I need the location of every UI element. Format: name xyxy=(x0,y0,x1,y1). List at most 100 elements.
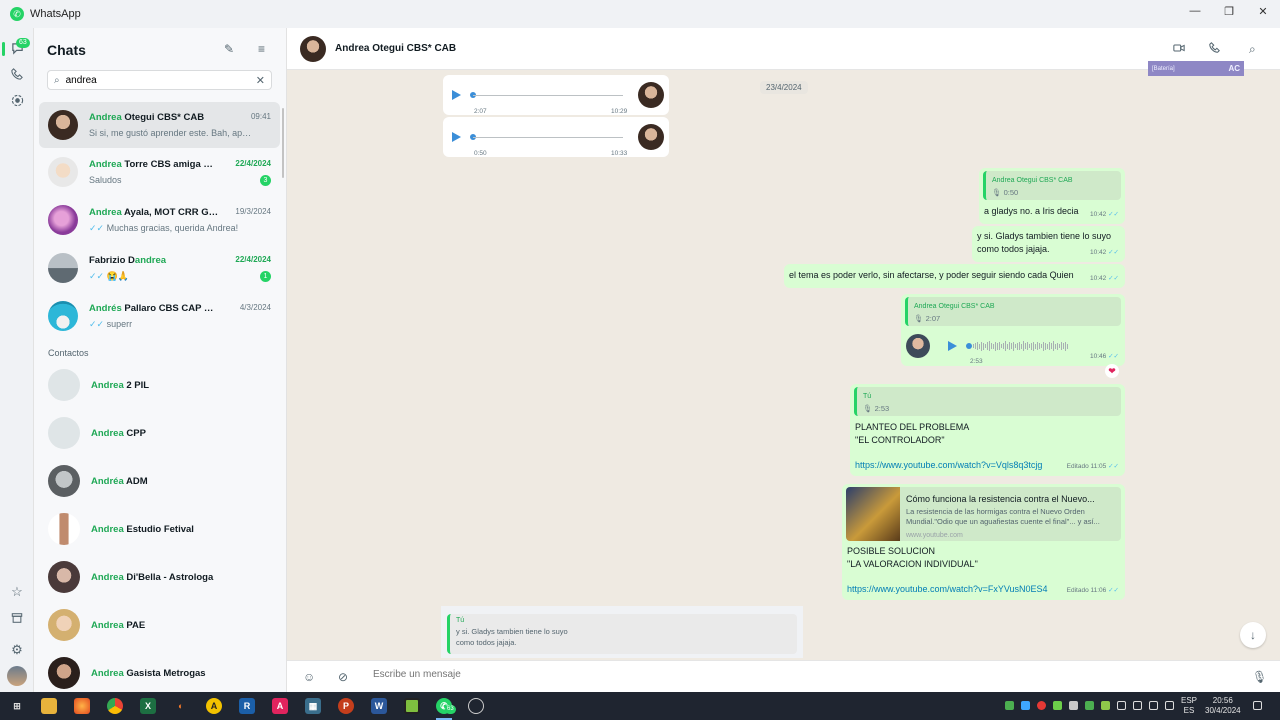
play-icon[interactable] xyxy=(452,132,461,142)
voice-call-icon[interactable] xyxy=(1209,42,1220,56)
language-indicator[interactable]: ESP ES xyxy=(1181,696,1197,716)
link-preview-card[interactable]: Cómo funciona la resistencia contra el N… xyxy=(846,487,1121,541)
notifications-icon[interactable] xyxy=(1253,701,1262,710)
message-input[interactable] xyxy=(373,669,1223,680)
file-explorer-icon[interactable] xyxy=(41,698,57,714)
tray-icon[interactable] xyxy=(1005,701,1014,710)
wifi-icon[interactable] xyxy=(1149,701,1158,710)
powerpoint-icon[interactable]: P xyxy=(338,698,354,714)
starred-icon[interactable]: ☆ xyxy=(7,582,27,602)
close-button[interactable]: ✕ xyxy=(1246,0,1280,22)
message-meta: 10:42 ✓✓ xyxy=(1090,275,1119,282)
chat-list-panel: Chats ✎ ≡ ⌕ ✕ Andrea Otegui CBS* CAB 09:… xyxy=(34,28,287,692)
firefox-icon[interactable] xyxy=(74,698,90,714)
reply-quote[interactable]: Tú y si. Gladys tambien tiene lo suyo co… xyxy=(447,614,797,654)
blender-icon[interactable]: ◐ xyxy=(173,698,189,714)
outgoing-message[interactable]: el tema es poder verlo, sin afectarse, y… xyxy=(784,264,1125,288)
search-box[interactable]: ⌕ ✕ xyxy=(47,70,272,90)
app-icon[interactable]: ▦ xyxy=(305,698,321,714)
chat-row[interactable]: Andrea Otegui CBS* CAB 09:41 Si si, me g… xyxy=(39,102,280,148)
play-icon[interactable] xyxy=(948,341,957,351)
emoji-icon[interactable]: ☺ xyxy=(303,670,315,684)
excel-icon[interactable]: X xyxy=(140,698,156,714)
settings-gear-icon[interactable]: ⚙ xyxy=(7,640,27,660)
search-input[interactable] xyxy=(65,74,246,86)
tray-icon[interactable] xyxy=(1021,701,1030,710)
archive-icon[interactable] xyxy=(7,608,27,628)
search-icon: ⌕ xyxy=(54,74,60,86)
voice-message[interactable]: 2:07 10:29 xyxy=(443,75,669,115)
quoted-message[interactable]: Andrea Otegui CBS* CAB 🎙 2:07 xyxy=(905,297,1121,326)
quoted-message[interactable]: Andrea Otegui CBS* CAB 🎙 0:50 xyxy=(983,171,1121,200)
contact-row[interactable]: Andrea CPP xyxy=(39,413,280,453)
heart-reaction-icon[interactable]: ❤ xyxy=(1105,364,1119,378)
chat-row[interactable]: Andrés Pallaro CBS CAP Denti... 4/3/2024… xyxy=(39,293,280,339)
minimize-button[interactable]: — xyxy=(1178,0,1212,22)
windows-start-icon[interactable]: ⊞ xyxy=(9,698,25,714)
audio-progress-dot[interactable] xyxy=(966,343,972,349)
status-icon[interactable] xyxy=(7,90,27,110)
youtube-link[interactable]: https://www.youtube.com/watch?v=FxYVusN0… xyxy=(847,583,1048,596)
windows-taskbar: ⊞ X ◐ A R A ▦ P W ✆ 63 ESP ES 20:56 30/4/2… xyxy=(0,692,1280,720)
chat-row[interactable]: Fabrizio Dandrea 22/4/2024 ✓✓ 😭🙏 1 xyxy=(39,245,280,291)
outgoing-message[interactable]: Tú 🎙 2:53 PLANTEO DEL PROBLEMA "EL CONTR… xyxy=(850,384,1125,476)
app-icon[interactable] xyxy=(468,698,484,714)
tray-icon[interactable] xyxy=(1053,701,1062,710)
contact-row[interactable]: Andrea Di'Bella - Astrologa xyxy=(39,557,280,597)
app-icon[interactable] xyxy=(404,698,420,714)
message-meta: 10:42 ✓✓ xyxy=(1090,249,1119,256)
tray-icon[interactable] xyxy=(1117,701,1126,710)
quoted-message[interactable]: Tú 🎙 2:53 xyxy=(854,387,1121,416)
chat-row[interactable]: Andrea Ayala, MOT CRR Goya 19/3/2024 ✓✓ … xyxy=(39,197,280,243)
audio-waveform[interactable] xyxy=(973,341,1068,351)
tray-icon[interactable] xyxy=(1037,701,1046,710)
outgoing-voice-message[interactable]: Andrea Otegui CBS* CAB 🎙 2:07 2:53 10:46… xyxy=(901,294,1125,366)
chat-name: Andrea Torre CBS amiga SO... xyxy=(89,159,219,170)
outgoing-message[interactable]: Cómo funciona la resistencia contra el N… xyxy=(842,484,1125,600)
search-messages-icon[interactable]: ⌕ xyxy=(1249,42,1256,57)
voice-message[interactable]: 0:50 10:33 xyxy=(443,117,669,157)
tray-icon[interactable] xyxy=(1133,701,1142,710)
app-icon[interactable]: A xyxy=(206,698,222,714)
scroll-down-icon[interactable]: ↓ xyxy=(1240,622,1266,648)
contact-row[interactable]: Andrea Gasista Metrogas xyxy=(39,653,280,692)
app-a-icon[interactable]: A xyxy=(272,698,288,714)
clear-search-icon[interactable]: ✕ xyxy=(256,74,265,87)
video-call-icon[interactable] xyxy=(1173,42,1185,56)
video-thumbnail[interactable] xyxy=(846,487,900,541)
tray-icon[interactable] xyxy=(1085,701,1094,710)
profile-avatar[interactable] xyxy=(7,666,27,686)
microphone-icon[interactable]: 🎙 xyxy=(1252,670,1267,684)
filter-icon[interactable]: ≡ xyxy=(258,42,265,56)
contact-row[interactable]: Andréa ADM xyxy=(39,461,280,501)
message-text: a gladys no. a Iris decia xyxy=(984,206,1079,216)
volume-icon[interactable] xyxy=(1165,701,1174,710)
attach-icon[interactable]: ⊘ xyxy=(338,670,348,684)
new-chat-icon[interactable]: ✎ xyxy=(224,42,234,56)
audio-track[interactable] xyxy=(473,137,623,138)
maximize-button[interactable]: ❐ xyxy=(1212,0,1246,22)
contact-avatar[interactable] xyxy=(300,35,326,62)
chrome-icon[interactable] xyxy=(107,698,123,714)
conversation-header[interactable]: Andrea Otegui CBS* CAB ⌕ xyxy=(287,28,1280,70)
chat-list-scrollbar[interactable] xyxy=(282,108,284,178)
chat-row[interactable]: Andrea Torre CBS amiga SO... 22/4/2024 S… xyxy=(39,149,280,195)
avatar xyxy=(48,301,78,331)
word-icon[interactable]: W xyxy=(371,698,387,714)
tray-icon[interactable] xyxy=(1069,701,1078,710)
outgoing-message[interactable]: y si. Gladys tambien tiene lo suyo como … xyxy=(972,226,1125,262)
avatar xyxy=(48,253,78,283)
play-icon[interactable] xyxy=(452,90,461,100)
contact-row[interactable]: Andrea PAE xyxy=(39,605,280,645)
tray-icon[interactable] xyxy=(1101,701,1110,710)
contact-name[interactable]: Andrea Otegui CBS* CAB xyxy=(335,43,456,54)
calls-icon[interactable] xyxy=(7,64,27,84)
app-r-icon[interactable]: R xyxy=(239,698,255,714)
youtube-link[interactable]: https://www.youtube.com/watch?v=Vqls8q3t… xyxy=(855,459,1042,472)
outgoing-message[interactable]: Andrea Otegui CBS* CAB 🎙 0:50 a gladys n… xyxy=(979,168,1125,224)
audio-track[interactable] xyxy=(473,95,623,96)
clock[interactable]: 20:56 30/4/2024 xyxy=(1205,696,1241,716)
reply-preview-box[interactable]: Tú y si. Gladys tambien tiene lo suyo co… xyxy=(441,606,803,658)
contact-row[interactable]: Andrea 2 PIL xyxy=(39,365,280,405)
contact-row[interactable]: Andrea Estudio Fetival xyxy=(39,509,280,549)
